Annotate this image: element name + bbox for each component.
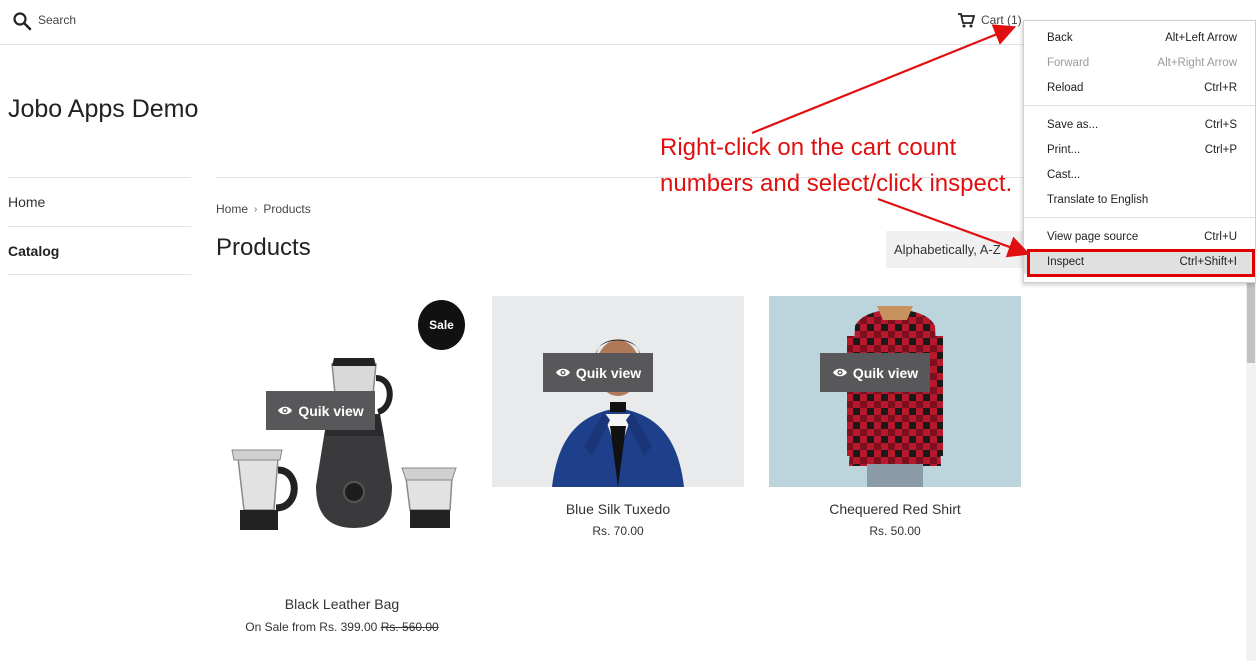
context-menu-print[interactable]: Print... Ctrl+P <box>1024 138 1256 162</box>
annotation-line-2: numbers and select/click inspect. <box>660 170 1013 197</box>
sale-price: On Sale from Rs. 399.00 <box>245 620 378 634</box>
context-menu-label: Print... <box>1047 144 1081 156</box>
eye-icon <box>278 406 293 415</box>
context-menu-shortcut: Ctrl+R <box>1204 82 1237 94</box>
sort-select[interactable]: Alphabetically, A-Z <box>886 231 1023 268</box>
context-menu-reload[interactable]: Reload Ctrl+R <box>1024 76 1256 100</box>
quick-view-button[interactable]: Quik view <box>543 353 653 392</box>
context-menu-label: Save as... <box>1047 119 1099 131</box>
breadcrumb-current: Products <box>263 202 311 216</box>
instruction-annotation: Right-click on the cart count numbers an… <box>660 130 1030 202</box>
context-menu: Back Alt+Left Arrow Forward Alt+Right Ar… <box>1023 20 1256 283</box>
context-menu-label: View page source <box>1047 231 1139 243</box>
context-menu-shortcut: Alt+Right Arrow <box>1157 57 1237 69</box>
cart-link[interactable]: Cart (1) <box>958 11 1022 29</box>
context-menu-separator <box>1024 105 1256 106</box>
quick-view-label: Quik view <box>852 364 919 381</box>
context-menu-translate[interactable]: Translate to English <box>1024 188 1256 212</box>
product-title[interactable]: Chequered Red Shirt <box>769 501 1021 517</box>
sale-badge: Sale <box>418 300 465 350</box>
sidebar-nav: Home Catalog <box>8 177 191 275</box>
product-title[interactable]: Blue Silk Tuxedo <box>492 501 744 517</box>
context-menu-save-as[interactable]: Save as... Ctrl+S <box>1024 113 1256 137</box>
product-price: Rs. 50.00 <box>869 524 921 538</box>
context-menu-back[interactable]: Back Alt+Left Arrow <box>1024 26 1256 50</box>
search-input[interactable] <box>38 10 338 30</box>
context-menu-separator <box>1024 217 1256 218</box>
context-menu-view-source[interactable]: View page source Ctrl+U <box>1024 225 1256 249</box>
sidebar-item-home[interactable]: Home <box>8 177 191 226</box>
search-icon[interactable] <box>12 11 32 31</box>
context-menu-label: Forward <box>1047 57 1090 69</box>
context-menu-shortcut: Ctrl+P <box>1204 144 1237 156</box>
breadcrumb-home-link[interactable]: Home <box>216 202 248 216</box>
eye-icon <box>555 368 570 377</box>
eye-icon <box>832 368 847 377</box>
scrollbar-thumb[interactable] <box>1247 283 1255 363</box>
inspect-highlight-box <box>1027 249 1255 277</box>
context-menu-label: Translate to English <box>1047 194 1149 206</box>
site-title[interactable]: Jobo Apps Demo <box>8 95 198 124</box>
breadcrumb-separator: › <box>254 203 258 215</box>
context-menu-shortcut: Ctrl+U <box>1204 231 1237 243</box>
annotation-line-1: Right-click on the cart count <box>660 134 957 161</box>
context-menu-label: Cast... <box>1047 169 1081 181</box>
context-menu-cast[interactable]: Cast... <box>1024 163 1256 187</box>
breadcrumb: Home › Products <box>216 202 311 216</box>
page-title: Products <box>216 234 311 261</box>
context-menu-label: Back <box>1047 32 1073 44</box>
context-menu-shortcut: Alt+Left Arrow <box>1165 32 1237 44</box>
product-price: Rs. 70.00 <box>592 524 644 538</box>
sidebar-item-catalog[interactable]: Catalog <box>8 226 191 275</box>
cart-count-label[interactable]: Cart (1) <box>981 13 1022 27</box>
cart-icon <box>958 12 975 27</box>
quick-view-label: Quik view <box>575 364 642 381</box>
quick-view-label: Quik view <box>298 402 364 419</box>
product-price: On Sale from Rs. 399.00 Rs. 560.00 <box>216 620 468 634</box>
context-menu-forward[interactable]: Forward Alt+Right Arrow <box>1024 51 1256 75</box>
product-title[interactable]: Black Leather Bag <box>216 596 468 612</box>
context-menu-shortcut: Ctrl+S <box>1204 119 1237 131</box>
context-menu-label: Reload <box>1047 82 1084 94</box>
quick-view-button[interactable]: Quik view <box>820 353 930 392</box>
quick-view-button[interactable]: Quik view <box>266 391 375 430</box>
compare-at-price: Rs. 560.00 <box>380 620 439 634</box>
